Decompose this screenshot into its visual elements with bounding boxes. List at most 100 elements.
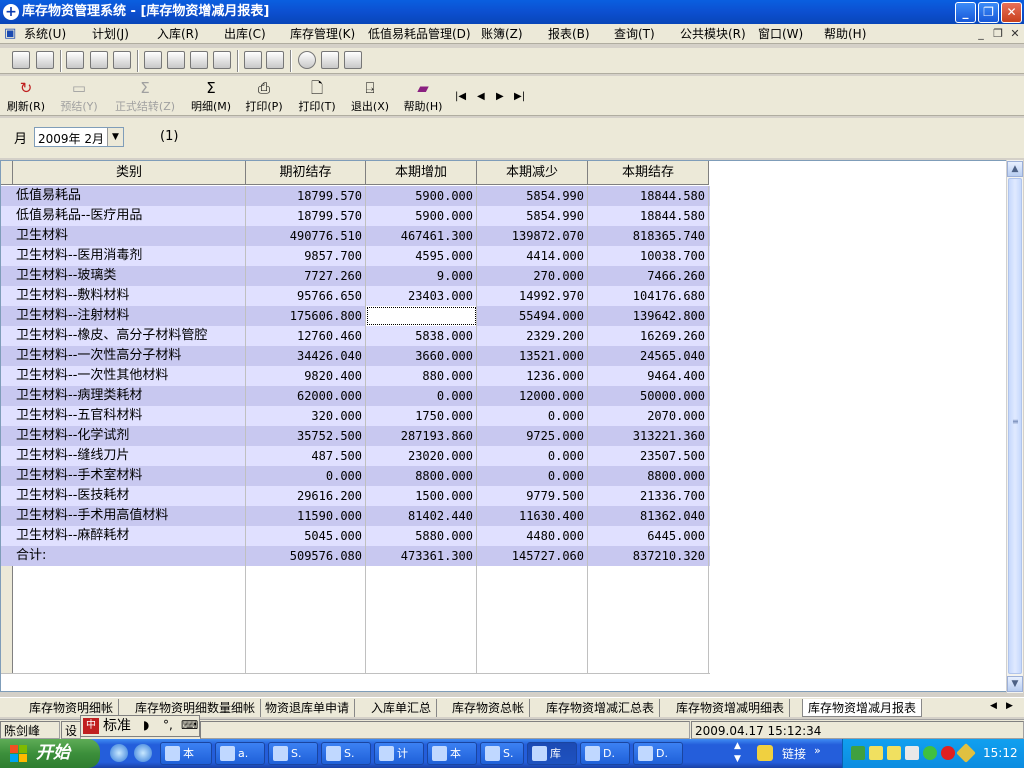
cell-closing[interactable]: 313221.360 xyxy=(588,426,709,446)
formal-balance-button[interactable]: Σ 正式结转(Z) xyxy=(110,78,180,113)
cell-category[interactable]: 卫生材料--缝线刀片 xyxy=(13,446,246,466)
menu-report[interactable]: 报表(B) xyxy=(548,26,590,42)
calculator-icon[interactable] xyxy=(190,51,208,69)
month-select[interactable]: 2009年 2月 ▼ xyxy=(34,127,124,147)
document-export-icon[interactable] xyxy=(90,51,108,69)
ime-mode[interactable]: 标准 xyxy=(103,718,131,734)
cell-closing[interactable]: 139642.800 xyxy=(588,306,709,326)
cell-increase[interactable]: 5880.000 xyxy=(366,526,477,546)
cell-decrease[interactable]: 5854.990 xyxy=(477,186,588,206)
cell-increase[interactable]: 9.000 xyxy=(366,266,477,286)
table-row[interactable]: 低值易耗品 18799.570 5900.000 5854.990 18844.580 xyxy=(1,186,710,206)
table-row[interactable]: 卫生材料--橡皮、高分子材料管腔 12760.460 5838.000 2329.20… xyxy=(1,326,710,346)
taskbar-item[interactable]: S. xyxy=(321,742,371,765)
menu-low-value[interactable]: 低值易耗品管理(D) xyxy=(368,26,471,42)
cell-opening[interactable]: 490776.510 xyxy=(246,226,366,246)
menu-ledger[interactable]: 账簿(Z) xyxy=(481,26,523,42)
cell-closing[interactable]: 104176.680 xyxy=(588,286,709,306)
tray-warning-icon[interactable] xyxy=(956,743,976,763)
cell-opening[interactable]: 12760.460 xyxy=(246,326,366,346)
cell-opening[interactable]: 11590.000 xyxy=(246,506,366,526)
table-row[interactable]: 低值易耗品--医疗用品 18799.570 5900.000 5854.990 1884… xyxy=(1,206,710,226)
cell-increase[interactable]: 23020.000 xyxy=(366,446,477,466)
cell-decrease[interactable]: 9725.000 xyxy=(477,426,588,446)
cell-increase[interactable]: 1500.000 xyxy=(366,486,477,506)
chevron-down-icon[interactable]: ▼ xyxy=(107,128,123,146)
title-bar[interactable]: + 库存物资管理系统 - [库存物资增减月报表] _ ❐ ✕ xyxy=(0,0,1024,24)
menu-help[interactable]: 帮助(H) xyxy=(824,26,866,42)
cell-opening[interactable]: 0.000 xyxy=(246,466,366,486)
table-row[interactable]: 卫生材料--病理类耗材 62000.000 0.000 12000.000 50000.… xyxy=(1,386,710,406)
cell-increase[interactable]: 5900.000 xyxy=(366,186,477,206)
ime-halfwidth-icon[interactable]: ◗ xyxy=(143,718,149,732)
cell-increase[interactable]: 23403.000 xyxy=(366,286,477,306)
cell-decrease[interactable]: 1236.000 xyxy=(477,366,588,386)
last-record-icon[interactable]: ▶| xyxy=(514,91,525,102)
cell-increase[interactable]: 5838.000 xyxy=(366,326,477,346)
cell-decrease[interactable]: 55494.000 xyxy=(477,306,588,326)
ime-keyboard-icon[interactable]: ⌨ xyxy=(181,718,198,732)
mdi-close-icon[interactable]: ✕ xyxy=(1008,27,1022,41)
cell-opening[interactable]: 320.000 xyxy=(246,406,366,426)
taskbar-item[interactable]: D. xyxy=(580,742,630,765)
cell-opening[interactable]: 9857.700 xyxy=(246,246,366,266)
table-row[interactable]: 卫生材料--医用消毒剂 9857.700 4595.000 4414.000 10038… xyxy=(1,246,710,266)
table-row[interactable]: 卫生材料--玻璃类 7727.260 9.000 270.000 7466.260 xyxy=(1,266,710,286)
cell-closing[interactable]: 18844.580 xyxy=(588,206,709,226)
cell-increase[interactable]: 880.000 xyxy=(366,366,477,386)
table-row[interactable]: 卫生材料--手术用高值材料 11590.000 81402.440 11630.400… xyxy=(1,506,710,526)
cell-category[interactable]: 卫生材料--敷料材料 xyxy=(13,286,246,306)
cell-opening[interactable]: 18799.570 xyxy=(246,206,366,226)
quicklaunch-icon[interactable] xyxy=(134,744,152,762)
tray-app-icon[interactable] xyxy=(869,746,883,760)
cell-closing[interactable]: 6445.000 xyxy=(588,526,709,546)
first-record-icon[interactable]: |◀ xyxy=(455,91,466,102)
table-row[interactable]: 卫生材料--医技耗材 29616.200 1500.000 9779.500 21336… xyxy=(1,486,710,506)
tray-app-icon[interactable] xyxy=(887,746,901,760)
report-grid[interactable]: 类别 期初结存 本期增加 本期减少 本期结存 低值易耗品 18799.570 590… xyxy=(0,160,1008,692)
tree-icon[interactable] xyxy=(113,51,131,69)
cell-opening[interactable]: 175606.800 xyxy=(246,306,366,326)
cell-category[interactable]: 卫生材料--一次性高分子材料 xyxy=(13,346,246,366)
stop-sign-icon[interactable] xyxy=(941,746,955,760)
ie-icon[interactable] xyxy=(110,744,128,762)
cell-category[interactable]: 卫生材料--化学试剂 xyxy=(13,426,246,446)
detail-button[interactable]: Σ 明细(M) xyxy=(189,78,233,113)
header-increase[interactable]: 本期增加 xyxy=(366,161,477,185)
cell-opening[interactable]: 95766.650 xyxy=(246,286,366,306)
cell-opening[interactable]: 7727.260 xyxy=(246,266,366,286)
cell-closing[interactable]: 818365.740 xyxy=(588,226,709,246)
table-row[interactable]: 卫生材料--麻醉耗材 5045.000 5880.000 4480.000 6445.0… xyxy=(1,526,710,546)
tab-change-summary[interactable]: 库存物资增减汇总表 xyxy=(541,699,661,717)
close-button[interactable]: ✕ xyxy=(1001,2,1022,23)
table-row[interactable]: 卫生材料--化学试剂 35752.500 287193.860 9725.000 313… xyxy=(1,426,710,446)
edit-check-icon[interactable] xyxy=(36,51,54,69)
cell-opening[interactable]: 18799.570 xyxy=(246,186,366,206)
cell-category[interactable]: 卫生材料--橡皮、高分子材料管腔 xyxy=(13,326,246,346)
cell-decrease[interactable]: 4480.000 xyxy=(477,526,588,546)
taskbar-item[interactable]: a. xyxy=(215,742,265,765)
taskbar-item[interactable]: S. xyxy=(480,742,524,765)
search-icon[interactable] xyxy=(144,51,162,69)
mdi-restore-icon[interactable]: ❐ xyxy=(991,27,1005,41)
menu-window[interactable]: 窗口(W) xyxy=(758,26,803,42)
mdi-minimize-icon[interactable]: _ xyxy=(974,27,988,41)
cell-closing[interactable]: 2070.000 xyxy=(588,406,709,426)
menu-common[interactable]: 公共模块(R) xyxy=(680,26,746,42)
tab-monthly-report[interactable]: 库存物资增减月报表 xyxy=(802,699,923,717)
cell-category[interactable]: 卫生材料--一次性其他材料 xyxy=(13,366,246,386)
menu-plan[interactable]: 计划(J) xyxy=(92,26,129,42)
cell-opening[interactable]: 35752.500 xyxy=(246,426,366,446)
cell-increase[interactable]: 287193.860 xyxy=(366,426,477,446)
vertical-scrollbar[interactable]: ▲ ≡ ▼ xyxy=(1006,160,1023,693)
help-button[interactable]: ▰ 帮助(H) xyxy=(400,78,446,113)
login-icon[interactable] xyxy=(12,51,30,69)
table-row[interactable]: 卫生材料--一次性高分子材料 34426.040 3660.000 13521.000… xyxy=(1,346,710,366)
taskbar-item-active[interactable]: 库 xyxy=(527,742,577,765)
scroll-thumb[interactable]: ≡ xyxy=(1008,178,1022,674)
taskbar-scroll-up-icon[interactable]: ▲ xyxy=(734,741,741,751)
tray-app-icon[interactable] xyxy=(905,746,919,760)
cell-opening[interactable]: 62000.000 xyxy=(246,386,366,406)
cell-closing[interactable]: 18844.580 xyxy=(588,186,709,206)
taskbar-item[interactable]: 本 xyxy=(427,742,477,765)
